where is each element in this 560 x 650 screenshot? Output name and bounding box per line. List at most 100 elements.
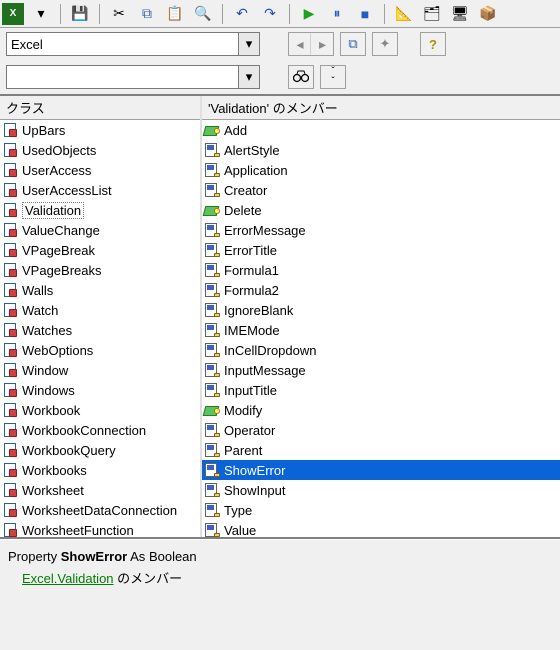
list-item[interactable]: Type: [202, 500, 560, 520]
list-item[interactable]: ValueChange: [0, 220, 200, 240]
undo-icon[interactable]: ↶: [231, 3, 253, 25]
search-input[interactable]: [6, 65, 238, 89]
list-item[interactable]: Application: [202, 160, 560, 180]
properties-icon[interactable]: 🖥: [449, 3, 471, 25]
item-label: WebOptions: [22, 343, 93, 358]
list-item[interactable]: Parent: [202, 440, 560, 460]
list-item[interactable]: Delete: [202, 200, 560, 220]
list-item[interactable]: ShowInput: [202, 480, 560, 500]
parent-class-link[interactable]: Excel.Validation: [22, 571, 114, 586]
item-label: Worksheet: [22, 483, 84, 498]
list-item[interactable]: VPageBreak: [0, 240, 200, 260]
library-combo-input[interactable]: [6, 32, 238, 56]
item-label: ErrorMessage: [224, 223, 306, 238]
list-item[interactable]: Validation: [0, 200, 200, 220]
item-label: WorkbookQuery: [22, 443, 116, 458]
list-item[interactable]: ErrorMessage: [202, 220, 560, 240]
prop-icon: [204, 382, 220, 398]
item-label: UserAccessList: [22, 183, 112, 198]
save-icon[interactable]: 💾: [69, 3, 91, 25]
list-item[interactable]: Windows: [0, 380, 200, 400]
item-label: ErrorTitle: [224, 243, 277, 258]
list-item[interactable]: UpBars: [0, 120, 200, 140]
class-icon: [2, 462, 18, 478]
details-pane: Property ShowError As Boolean Excel.Vali…: [0, 539, 560, 604]
list-item[interactable]: IMEMode: [202, 320, 560, 340]
list-item[interactable]: Creator: [202, 180, 560, 200]
list-item[interactable]: ErrorTitle: [202, 240, 560, 260]
copy-icon[interactable]: ⧉: [136, 3, 158, 25]
item-label: ShowInput: [224, 483, 285, 498]
list-item[interactable]: WorksheetDataConnection: [0, 500, 200, 520]
list-item[interactable]: InputTitle: [202, 380, 560, 400]
class-icon: [2, 262, 18, 278]
view-definition-button[interactable]: ✦: [372, 32, 398, 56]
find-icon[interactable]: 🔍: [192, 3, 214, 25]
library-combo[interactable]: ▾: [6, 32, 260, 56]
list-item[interactable]: Watch: [0, 300, 200, 320]
list-item[interactable]: UsedObjects: [0, 140, 200, 160]
list-item[interactable]: InputMessage: [202, 360, 560, 380]
item-label: Window: [22, 363, 68, 378]
item-label: UpBars: [22, 123, 65, 138]
list-item[interactable]: VPageBreaks: [0, 260, 200, 280]
nav-button-group: ◂ ▸: [288, 32, 334, 56]
item-label: Watch: [22, 303, 58, 318]
list-item[interactable]: Workbook: [0, 400, 200, 420]
list-item[interactable]: AlertStyle: [202, 140, 560, 160]
class-icon: [2, 382, 18, 398]
list-item[interactable]: Add: [202, 120, 560, 140]
list-item[interactable]: Formula2: [202, 280, 560, 300]
show-results-button[interactable]: ˇˇ: [320, 65, 346, 89]
item-label: Creator: [224, 183, 267, 198]
list-item[interactable]: Watches: [0, 320, 200, 340]
excel-icon[interactable]: X: [2, 3, 24, 25]
item-label: InputMessage: [224, 363, 306, 378]
classes-header: クラス: [0, 96, 200, 120]
paste-icon[interactable]: 📋: [164, 3, 186, 25]
chevron-down-icon[interactable]: ▾: [238, 65, 260, 89]
help-button[interactable]: ?: [420, 32, 446, 56]
design-icon[interactable]: 📐: [393, 3, 415, 25]
dropdown-icon[interactable]: ▾: [30, 3, 52, 25]
method-icon: [204, 122, 220, 138]
list-item[interactable]: Formula1: [202, 260, 560, 280]
list-item[interactable]: Modify: [202, 400, 560, 420]
search-combo[interactable]: ▾: [6, 65, 260, 89]
redo-icon[interactable]: ↷: [259, 3, 281, 25]
members-list[interactable]: AddAlertStyle Application Creator Delete Err…: [202, 120, 560, 537]
list-item[interactable]: IgnoreBlank: [202, 300, 560, 320]
item-label: Application: [224, 163, 288, 178]
search-button[interactable]: [288, 65, 314, 89]
chevron-down-icon[interactable]: ▾: [238, 32, 260, 56]
classes-list[interactable]: UpBars UsedObjectsUserAccess UserAccessLis…: [0, 120, 200, 537]
list-item[interactable]: Window: [0, 360, 200, 380]
list-item[interactable]: Walls: [0, 280, 200, 300]
list-item[interactable]: UserAccess: [0, 160, 200, 180]
list-item[interactable]: WorksheetFunction: [0, 520, 200, 537]
project-icon[interactable]: 🗂: [421, 3, 443, 25]
cut-icon[interactable]: ✂: [108, 3, 130, 25]
item-label: Type: [224, 503, 252, 518]
nav-back-button[interactable]: ◂: [289, 33, 311, 55]
nav-forward-button[interactable]: ▸: [311, 33, 333, 55]
list-item[interactable]: WebOptions: [0, 340, 200, 360]
stop-icon[interactable]: ■: [354, 3, 376, 25]
list-item[interactable]: WorkbookQuery: [0, 440, 200, 460]
list-item[interactable]: Worksheet: [0, 480, 200, 500]
prop-icon: [204, 442, 220, 458]
list-item[interactable]: Operator: [202, 420, 560, 440]
list-item[interactable]: InCellDropdown: [202, 340, 560, 360]
list-item[interactable]: WorkbookConnection: [0, 420, 200, 440]
copy-definition-button[interactable]: ⧉: [340, 32, 366, 56]
run-icon[interactable]: ▶: [298, 3, 320, 25]
list-item[interactable]: Workbooks: [0, 460, 200, 480]
pause-icon[interactable]: ⏸: [326, 3, 348, 25]
object-browser-icon[interactable]: 📦: [477, 3, 499, 25]
item-label: Delete: [224, 203, 262, 218]
main-toolbar: X ▾ 💾 ✂ ⧉ 📋 🔍 ↶ ↷ ▶ ⏸ ■ 📐 🗂 🖥 📦: [0, 0, 560, 28]
list-item[interactable]: UserAccessList: [0, 180, 200, 200]
list-item[interactable]: Value: [202, 520, 560, 537]
list-item[interactable]: ShowError: [202, 460, 560, 480]
prop-icon: [204, 342, 220, 358]
